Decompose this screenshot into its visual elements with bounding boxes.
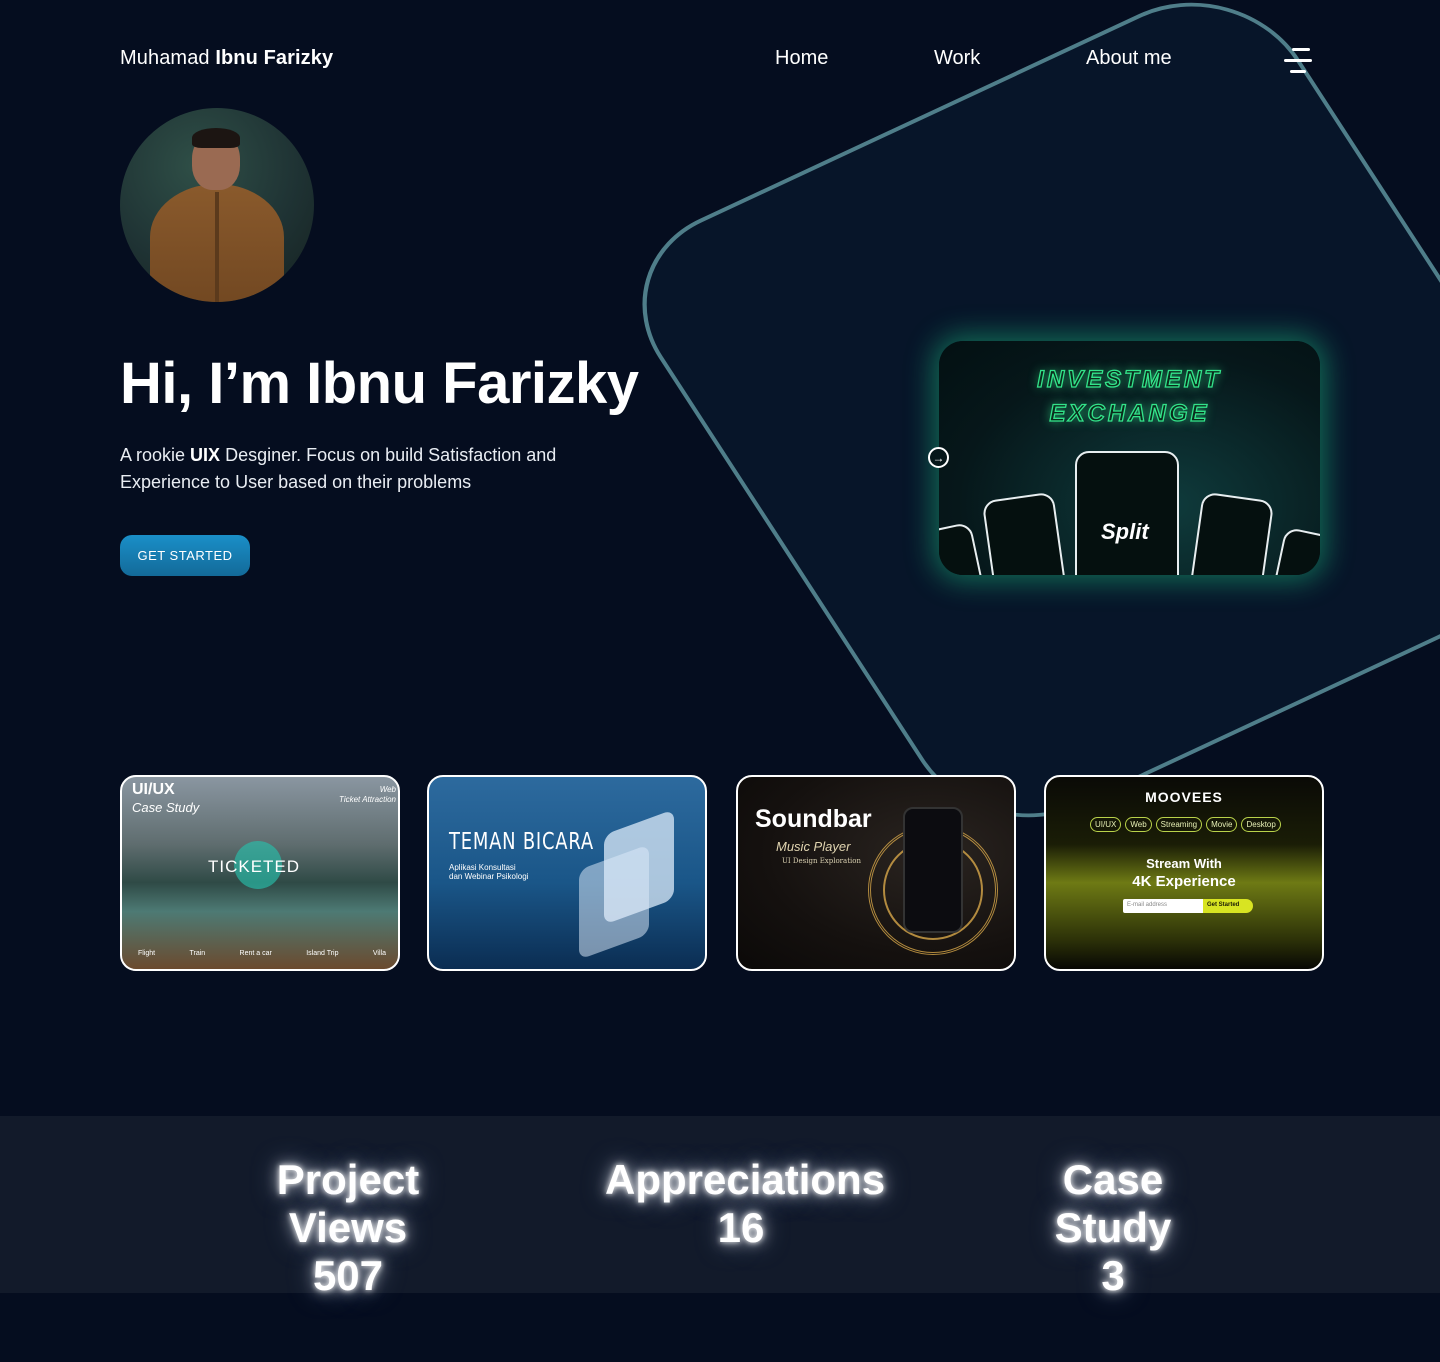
phone-mockup-main bbox=[1075, 451, 1179, 575]
project-caption: UI Design Exploration bbox=[782, 857, 861, 865]
nav-home[interactable]: Home bbox=[775, 47, 828, 70]
split-app-logo: Split bbox=[1101, 519, 1149, 544]
featured-project-card[interactable]: INVESTMENT EXCHANGE Split bbox=[939, 341, 1320, 575]
project-headline: Stream With 4K Experience bbox=[1132, 856, 1236, 890]
phone-mockup bbox=[903, 807, 963, 933]
phone-mockup bbox=[939, 521, 987, 575]
project-card-teman-bicara[interactable]: TEMAN BICARA Aplikasi Konsultasi dan Web… bbox=[427, 775, 707, 971]
project-title: Soundbar bbox=[755, 805, 872, 833]
get-started-button[interactable]: GET STARTED bbox=[120, 535, 250, 576]
project-title: UI/UX bbox=[132, 781, 175, 798]
featured-title: INVESTMENT EXCHANGE bbox=[1037, 365, 1222, 427]
moovees-logo: MOOVEES bbox=[1145, 789, 1223, 805]
nav-about-me[interactable]: About me bbox=[1086, 47, 1172, 70]
phone-mockup bbox=[1187, 491, 1275, 575]
email-field: E-mail address bbox=[1123, 899, 1203, 913]
project-nav: Flight Train Rent a car Island Trip Vill… bbox=[138, 950, 386, 957]
project-title: TEMAN BICARA bbox=[449, 829, 594, 855]
project-tag: Web Ticket Attraction bbox=[339, 785, 396, 804]
phone-mockup bbox=[1269, 526, 1320, 575]
stat-appreciations: Appreciations 16 bbox=[605, 1156, 886, 1251]
logo-last-name: Ibnu Farizky bbox=[215, 47, 334, 69]
stats-band: Project Views 507 Appreciations 16 Case … bbox=[0, 1116, 1440, 1299]
nav-work[interactable]: Work bbox=[934, 47, 980, 70]
hero-title: Hi, I’m Ibnu Farizky bbox=[120, 351, 639, 416]
project-card-ticketed[interactable]: UI/UX Case Study Web Ticket Attraction T… bbox=[120, 775, 400, 971]
stat-project-views: Project Views 507 bbox=[276, 1156, 420, 1299]
project-subtitle: Case Study bbox=[132, 800, 200, 815]
phone-mockup bbox=[981, 491, 1069, 575]
project-subtitle: Music Player bbox=[776, 839, 851, 854]
ticketed-logo: TICKETED bbox=[208, 857, 301, 876]
site-logo[interactable]: Muhamad Ibnu Farizky bbox=[120, 47, 333, 70]
project-subtitle: Aplikasi Konsultasi dan Webinar Psikolog… bbox=[449, 863, 529, 881]
project-card-soundbar[interactable]: Soundbar Music Player UI Design Explorat… bbox=[736, 775, 1016, 971]
project-tags: UI/UX Web Streaming Movie Desktop bbox=[1090, 817, 1281, 832]
logo-first-name: Muhamad bbox=[120, 47, 210, 69]
get-started-mini-button: Get Started bbox=[1203, 899, 1253, 913]
hamburger-icon[interactable] bbox=[1284, 48, 1314, 74]
arrow-right-circle-icon[interactable]: → bbox=[928, 447, 949, 468]
project-card-moovees[interactable]: MOOVEES UI/UX Web Streaming Movie Deskto… bbox=[1044, 775, 1324, 971]
stat-case-study: Case Study 3 bbox=[1054, 1156, 1172, 1299]
phone-mockup bbox=[579, 844, 649, 960]
hero-description: A rookie UIX Desginer. Focus on build Sa… bbox=[120, 445, 557, 492]
avatar bbox=[120, 108, 314, 302]
